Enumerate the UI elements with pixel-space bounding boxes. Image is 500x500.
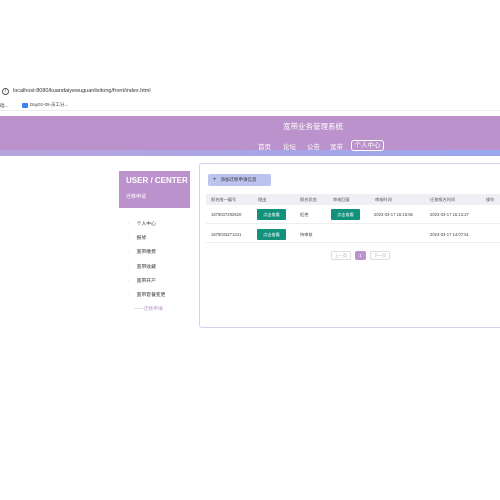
content-panel [199, 163, 500, 328]
bullet-icon: · [128, 248, 130, 255]
bullet-icon: · [128, 277, 130, 284]
bookmarks-bar [0, 100, 500, 111]
bullet-icon: · [128, 234, 130, 241]
view-reason-button[interactable]: 点击查看 [257, 229, 286, 240]
bookmark-label: Day02-05-员工分... [30, 102, 69, 107]
nav-broadband[interactable]: 宽带 [330, 141, 343, 151]
cell-apply-time: 2023-03-17 14:07:51 [430, 232, 469, 237]
sidebar-item-label: 个人中心 [136, 222, 156, 227]
page: i localhost:8080/kuandaiyewuguanlixitong… [0, 0, 500, 500]
bookmark-item[interactable]: Day02-05-员工分... [22, 102, 68, 108]
view-reply-button[interactable]: 点击查看 [331, 209, 360, 220]
folder-icon [22, 102, 28, 108]
row-divider [206, 223, 500, 224]
header-gradient-bar [0, 150, 500, 156]
sidebar-item-open-account[interactable]: · 宽带开户 [128, 277, 156, 285]
column-header: 迁移报名时间 [430, 197, 456, 202]
column-header: 审核时间 [375, 197, 392, 202]
page-number-current[interactable]: 1 [355, 251, 366, 260]
nav-forum[interactable]: 论坛 [283, 141, 296, 151]
sidebar-item-plan-change[interactable]: · 宽带套餐变更 [128, 291, 166, 299]
nav-personal-center[interactable]: 个人中心 [351, 140, 384, 151]
user-center-subtitle: 迁移申请 [126, 194, 147, 200]
sidebar-item-personal-center[interactable]: · 个人中心 [128, 220, 156, 228]
prev-page-button[interactable]: 上一页 [331, 251, 351, 260]
next-page-button[interactable]: 下一页 [370, 251, 390, 260]
column-header: 审核回复 [333, 197, 350, 202]
add-migration-button[interactable]: + 添加迁移申请信息 [208, 174, 271, 186]
sidebar-item-repair[interactable]: · 报修 [128, 234, 147, 242]
info-icon[interactable]: i [2, 88, 9, 95]
url-text[interactable]: localhost:8080/kuandaiyewuguanlixitong/f… [13, 88, 151, 94]
sidebar-item-favorites[interactable]: · 宽带收藏 [128, 263, 156, 271]
cell-status: 拒绝 [300, 212, 309, 217]
bookmark-item[interactable]: 础... [0, 103, 8, 109]
sidebar-item-payment[interactable]: · 宽带缴费 [128, 248, 156, 256]
plus-icon: + [213, 177, 217, 183]
sidebar-item-label: 宽带开户 [136, 279, 156, 284]
bullet-icon: · [128, 263, 130, 270]
cell-id: 1679033271341 [211, 232, 242, 237]
sidebar-item-label: 宽带套餐变更 [136, 293, 166, 298]
bullet-icon: · [128, 220, 130, 227]
cell-id: 1679037292920 [211, 212, 242, 217]
cell-apply-time: 2023-03-17 15:13:27 [430, 212, 469, 217]
user-center-title: USER / CENTER [126, 176, 188, 185]
sidebar-item-migration[interactable]: ——迁移申请 [134, 305, 163, 312]
cell-status: 待审核 [300, 232, 313, 237]
table-header [206, 194, 500, 205]
sidebar-item-label: 宽带收藏 [136, 265, 156, 270]
column-header: 报名唯一编号 [211, 197, 237, 202]
column-header: 操作 [486, 197, 495, 202]
view-reason-button[interactable]: 点击查看 [257, 209, 286, 220]
add-button-label: 添加迁移申请信息 [220, 177, 257, 182]
row-divider [206, 242, 500, 243]
site-header [0, 116, 500, 152]
sidebar-item-label: 宽带缴费 [136, 250, 156, 255]
cell-review-time: 2023-03-17 15:15:56 [374, 212, 413, 217]
nav-notice[interactable]: 公告 [307, 141, 320, 151]
site-title: 宽带业务管理系统 [283, 122, 343, 131]
sidebar-item-label: 报修 [136, 236, 147, 241]
bullet-icon: · [128, 291, 130, 298]
nav-home[interactable]: 首页 [258, 141, 271, 151]
column-header: 报名状态 [300, 197, 317, 202]
column-header: 理由 [258, 197, 267, 202]
